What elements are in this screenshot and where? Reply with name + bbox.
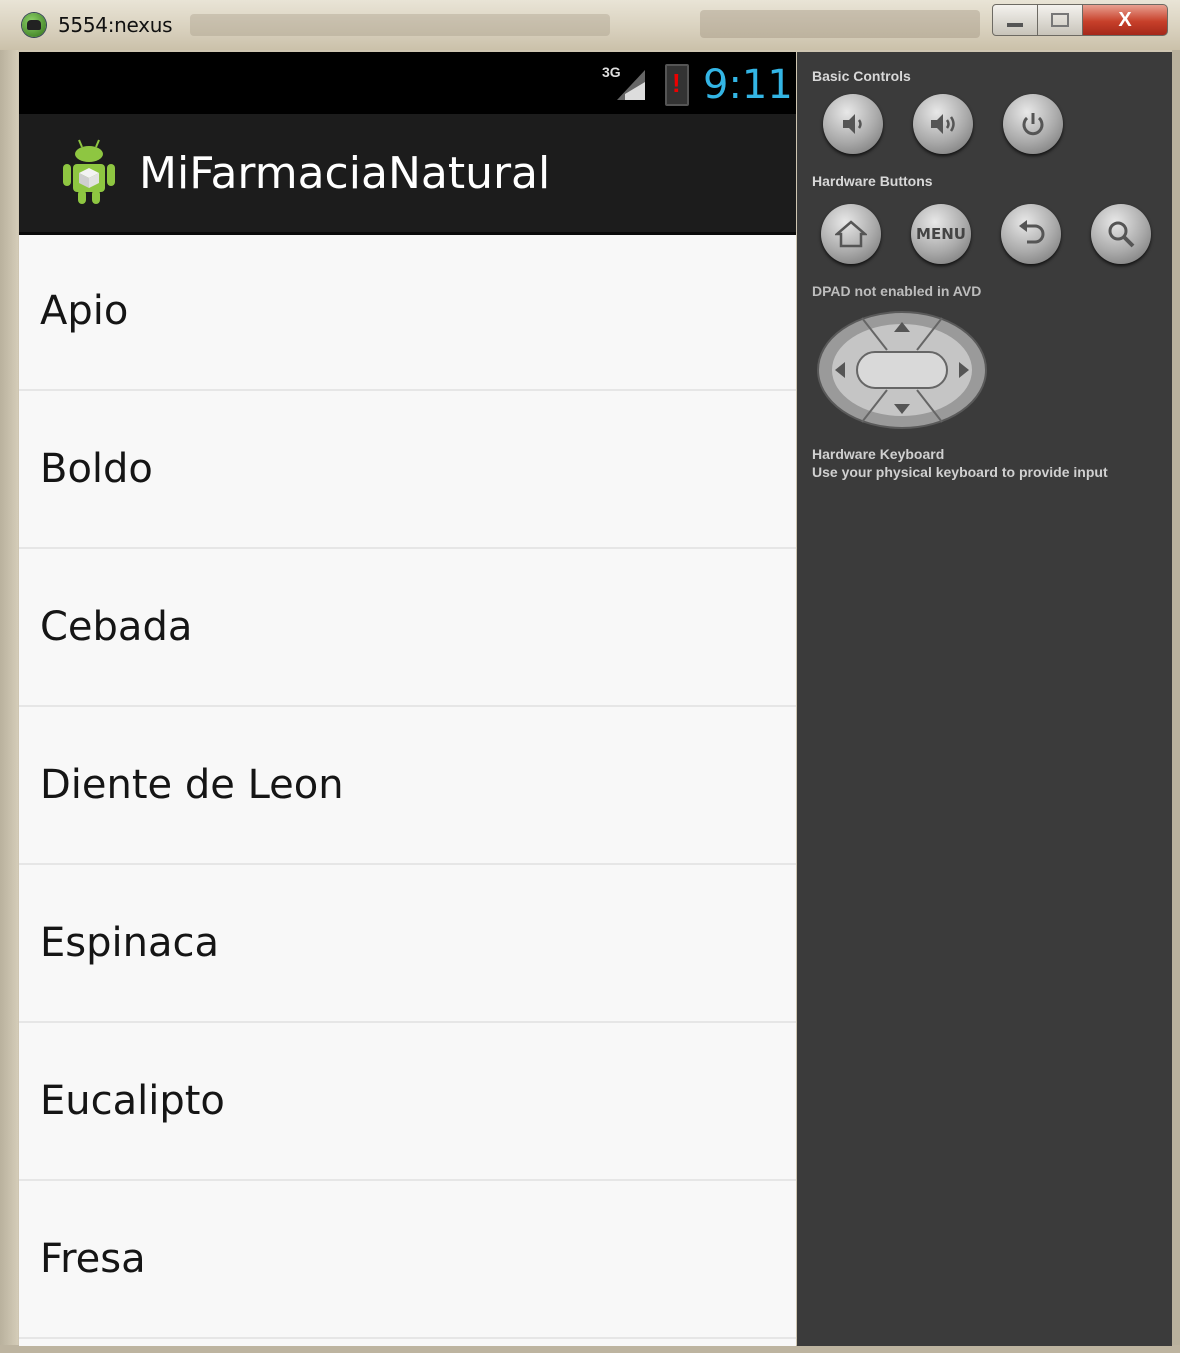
device-screen: 3G 9:11 MiFarmaciaNatural Apio Boldo Ceb… xyxy=(19,52,796,1346)
power-icon xyxy=(1022,113,1044,136)
emulator-app-icon xyxy=(22,13,46,37)
window-buttons: X xyxy=(992,4,1172,36)
home-icon xyxy=(835,220,867,248)
hardware-buttons-label: Hardware Buttons xyxy=(812,173,933,189)
volume-up-button[interactable] xyxy=(913,94,973,154)
status-bar: 3G 9:11 xyxy=(19,52,796,114)
basic-controls-label: Basic Controls xyxy=(812,68,911,84)
menu-button[interactable]: MENU xyxy=(911,204,971,264)
close-button[interactable]: X xyxy=(1083,4,1168,36)
list-item-label: Fresa xyxy=(40,1236,146,1282)
keyboard-hint: Use your physical keyboard to provide in… xyxy=(812,464,1108,480)
volume-down-button[interactable] xyxy=(823,94,883,154)
power-button[interactable] xyxy=(1003,94,1063,154)
window-border-bottom xyxy=(0,1345,1180,1353)
action-bar: MiFarmaciaNatural xyxy=(19,114,796,235)
home-button[interactable] xyxy=(821,204,881,264)
close-icon: X xyxy=(1118,8,1132,31)
menu-button-label: MENU xyxy=(916,225,966,243)
maximize-button[interactable] xyxy=(1038,4,1083,36)
keyboard-info: Hardware Keyboard Use your physical keyb… xyxy=(812,445,1108,481)
search-button[interactable] xyxy=(1091,204,1151,264)
list-item[interactable]: Diente de Leon xyxy=(19,707,796,865)
list-item-label: Eucalipto xyxy=(40,1078,225,1124)
maximize-icon xyxy=(1051,13,1069,27)
plant-list: Apio Boldo Cebada Diente de Leon Espinac… xyxy=(19,233,796,1339)
volume-down-icon xyxy=(843,114,862,134)
back-icon xyxy=(1019,220,1045,244)
list-item-label: Apio xyxy=(40,288,129,334)
list-item[interactable]: Fresa xyxy=(19,1181,796,1339)
minimize-icon xyxy=(1007,23,1023,27)
window-titlebar[interactable]: 5554:nexus X xyxy=(0,0,1180,50)
app-title: MiFarmaciaNatural xyxy=(139,148,551,199)
volume-up-icon xyxy=(931,114,955,134)
background-blur xyxy=(190,14,610,36)
signal-icon xyxy=(617,70,645,100)
window-border-left xyxy=(0,50,18,1353)
search-icon xyxy=(1108,221,1135,248)
list-item-label: Cebada xyxy=(40,604,193,650)
background-blur xyxy=(700,10,980,38)
list-item[interactable]: Boldo xyxy=(19,391,796,549)
list-item[interactable]: Cebada xyxy=(19,549,796,707)
minimize-button[interactable] xyxy=(992,4,1038,36)
list-item[interactable]: Eucalipto xyxy=(19,1023,796,1181)
list-item-label: Espinaca xyxy=(40,920,219,966)
list-item-label: Diente de Leon xyxy=(40,762,344,808)
dpad-label: DPAD not enabled in AVD xyxy=(812,283,982,299)
dpad-control[interactable] xyxy=(817,310,987,430)
emulator-controls: Basic Controls Hardware Buttons MENU DPA… xyxy=(797,52,1172,1346)
status-clock: 9:11 xyxy=(703,62,793,108)
window-title: 5554:nexus xyxy=(58,13,173,37)
list-item[interactable]: Espinaca xyxy=(19,865,796,1023)
list-item-label: Boldo xyxy=(40,446,153,492)
window-border-right xyxy=(1172,50,1180,1353)
battery-alert-icon xyxy=(665,64,689,106)
android-app-icon[interactable] xyxy=(59,138,119,208)
list-item[interactable]: Apio xyxy=(19,233,796,391)
back-button[interactable] xyxy=(1001,204,1061,264)
keyboard-title: Hardware Keyboard xyxy=(812,446,945,462)
